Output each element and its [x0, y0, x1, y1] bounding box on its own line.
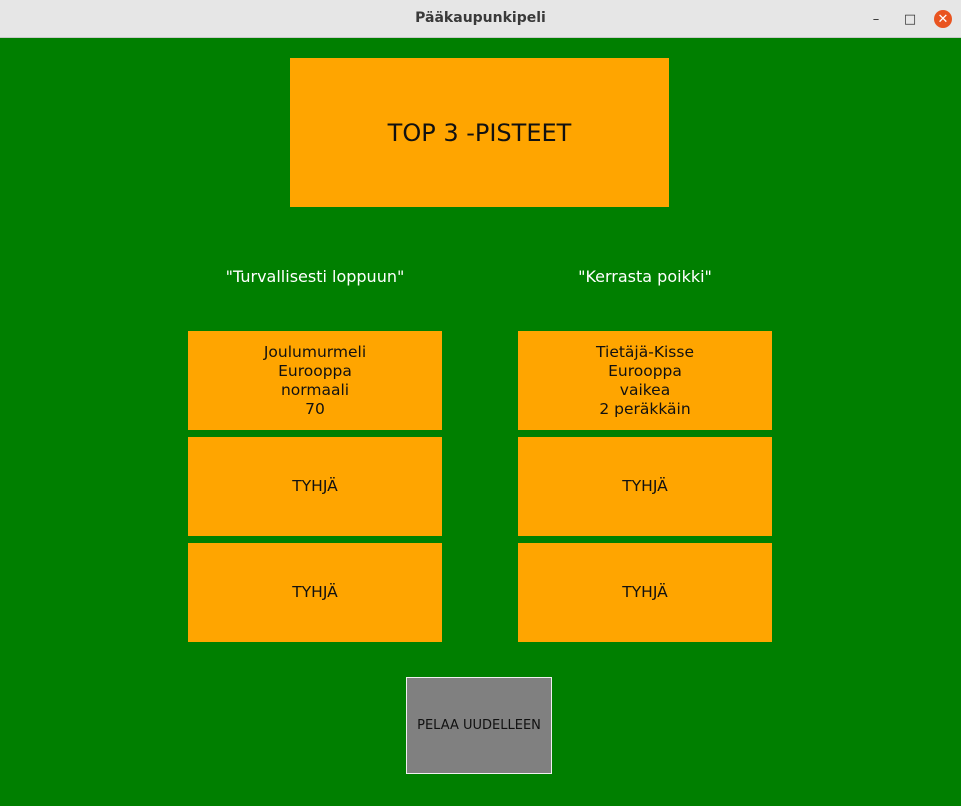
empty-slot-label: TYHJÄ: [622, 583, 668, 601]
mode-label-sudden-death: "Kerrasta poikki": [578, 267, 712, 286]
score-slot: TYHJÄ: [518, 437, 772, 536]
window-titlebar[interactable]: Pääkaupunkipeli – □ ✕: [0, 0, 961, 38]
game-screen: TOP 3 -PISTEET "Turvallisesti loppuun" "…: [0, 38, 961, 806]
close-icon[interactable]: ✕: [934, 10, 952, 28]
region: Eurooppa: [608, 361, 682, 380]
score: 70: [305, 399, 325, 418]
score-slot: TYHJÄ: [188, 543, 442, 642]
region: Eurooppa: [278, 361, 352, 380]
score-slot: TYHJÄ: [188, 437, 442, 536]
minimize-icon[interactable]: –: [866, 9, 886, 29]
difficulty: vaikea: [619, 380, 671, 399]
score-slot: TYHJÄ: [518, 543, 772, 642]
score-slot: Joulumurmeli Eurooppa normaali 70: [188, 331, 442, 430]
difficulty: normaali: [280, 380, 350, 399]
empty-slot-label: TYHJÄ: [292, 583, 338, 601]
empty-slot-label: TYHJÄ: [292, 477, 338, 495]
play-again-button[interactable]: PELAA UUDELLEEN: [406, 677, 552, 774]
empty-slot-label: TYHJÄ: [622, 477, 668, 495]
maximize-icon[interactable]: □: [900, 9, 920, 29]
player-name: Joulumurmeli: [263, 342, 367, 361]
window-title: Pääkaupunkipeli: [415, 10, 546, 26]
player-name: Tietäjä-Kisse: [596, 342, 694, 361]
score: 2 peräkkäin: [599, 399, 691, 418]
mode-label-safe: "Turvallisesti loppuun": [225, 267, 405, 286]
score-slot: Tietäjä-Kisse Eurooppa vaikea 2 peräkkäi…: [518, 331, 772, 430]
top3-header: TOP 3 -PISTEET: [290, 58, 669, 207]
